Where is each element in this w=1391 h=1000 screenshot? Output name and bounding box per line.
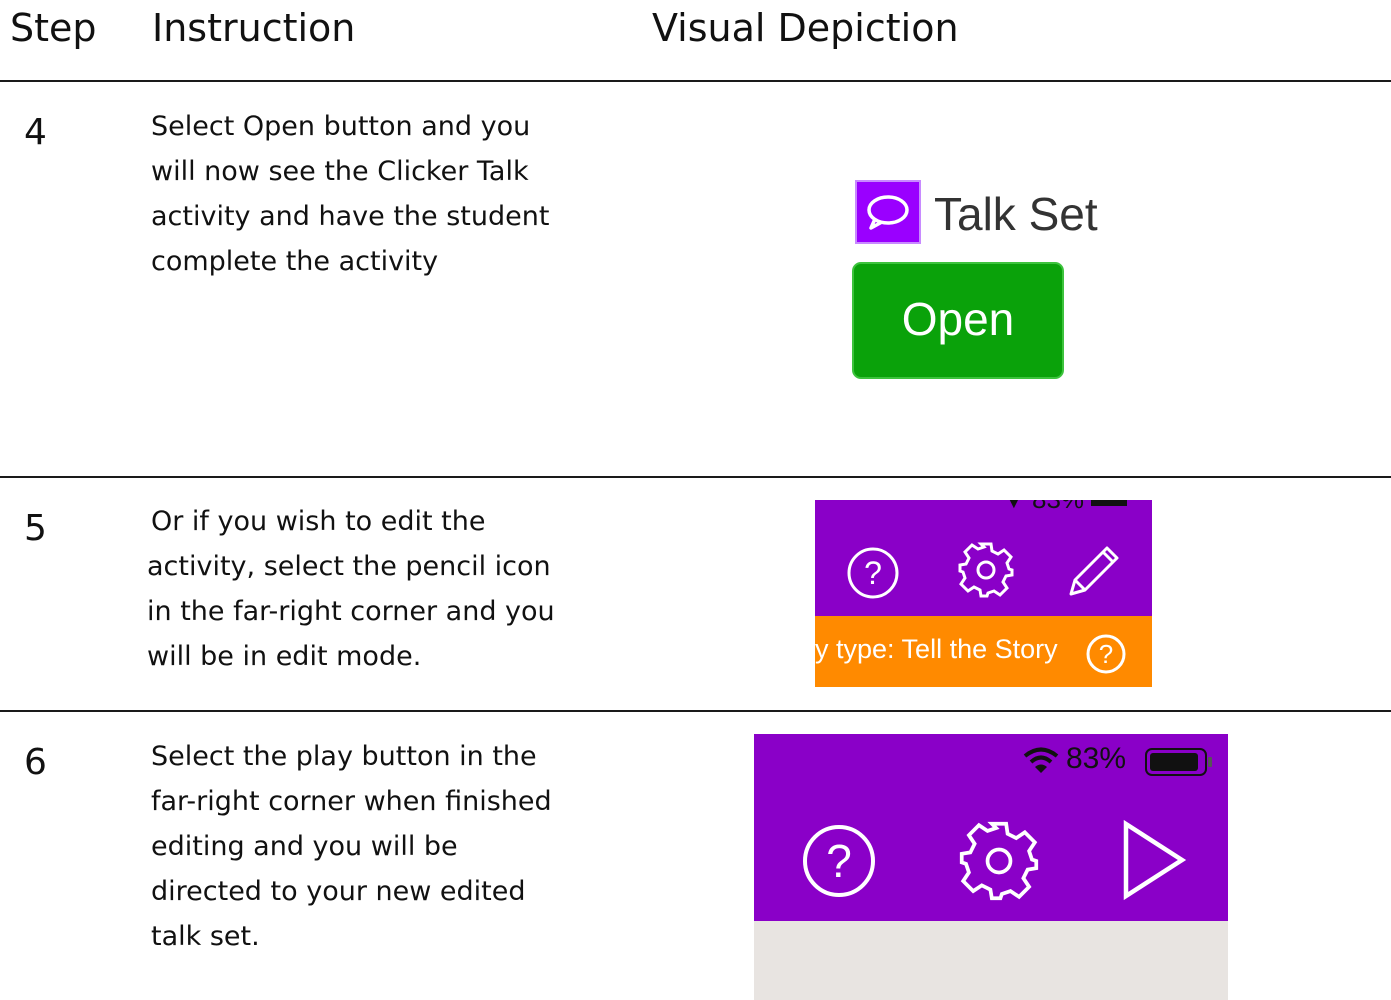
instruction-line: directed to your new edited — [151, 876, 526, 907]
svg-text:?: ? — [826, 835, 852, 887]
row-divider — [0, 710, 1391, 712]
help-icon[interactable]: ? — [846, 546, 900, 600]
row-divider — [0, 476, 1391, 478]
header-step: Step — [10, 6, 97, 50]
step-number: 4 — [24, 112, 47, 153]
instruction-line: far-right corner when finished — [151, 786, 552, 817]
instruction-text: Select Open button and you will now see … — [151, 104, 591, 284]
instruction-line: editing and you will be — [151, 831, 458, 862]
wifi-icon: ▼ — [1003, 500, 1025, 513]
speech-bubble-icon — [855, 180, 921, 244]
talk-set-title: Talk Set — [934, 188, 1098, 240]
content-area — [754, 921, 1228, 1000]
help-icon[interactable]: ? — [800, 822, 878, 900]
instruction-line: activity and have the student — [151, 201, 550, 232]
battery-icon — [1145, 748, 1212, 776]
battery-icon — [1091, 500, 1128, 507]
instruction-line: talk set. — [151, 921, 260, 952]
instruction-line: complete the activity — [151, 246, 439, 277]
gear-icon[interactable] — [956, 540, 1016, 600]
play-icon[interactable] — [1120, 818, 1190, 902]
instruction-line: Or if you wish to edit the — [151, 506, 486, 537]
gear-icon[interactable] — [956, 818, 1042, 904]
instruction-line: Select the play button in the — [151, 741, 537, 772]
instruction-line: will be in edit mode. — [147, 641, 422, 672]
header-divider — [0, 80, 1391, 82]
instruction-line: Select Open button and you — [151, 111, 531, 142]
svg-text:?: ? — [864, 555, 882, 591]
step-number: 6 — [24, 742, 47, 783]
edit-mode-screenshot: ▼ 83% ? y type: Tell the Story ? — [815, 500, 1152, 687]
step-number: 5 — [24, 508, 47, 549]
instruction-line: in the far-right corner and you — [147, 596, 555, 627]
battery-percent: 83% — [1066, 742, 1127, 775]
activity-type-label: y type: Tell the Story — [815, 634, 1058, 664]
svg-text:?: ? — [1099, 639, 1113, 669]
instruction-line: activity, select the pencil icon — [147, 551, 551, 582]
play-mode-screenshot: 83% ? — [754, 734, 1228, 1000]
pencil-icon[interactable] — [1063, 542, 1123, 602]
instruction-text: Or if you wish to edit the activity, sel… — [147, 499, 587, 679]
open-button[interactable]: Open — [852, 262, 1064, 379]
header-visual-depiction: Visual Depiction — [652, 6, 959, 50]
screenshot-edge — [1152, 500, 1166, 687]
header-instruction: Instruction — [152, 6, 356, 50]
instruction-line: will now see the Clicker Talk — [151, 156, 529, 187]
instruction-text: Select the play button in the far-right … — [151, 734, 591, 959]
wifi-icon — [1023, 747, 1059, 773]
status-bar-fragment: ▼ 83% — [1003, 500, 1128, 515]
help-icon[interactable]: ? — [1085, 633, 1127, 675]
open-button-label: Open — [901, 292, 1015, 345]
